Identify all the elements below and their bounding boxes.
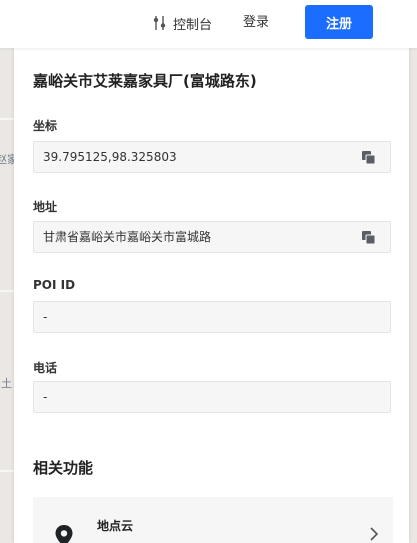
map-road [0, 118, 14, 120]
feature-label: 地点云 [97, 519, 134, 533]
chevron-right-icon [370, 527, 379, 541]
place-title: 嘉峪关市艾莱嘉家具厂(富城路东) [33, 72, 257, 90]
register-button[interactable]: 注册 [305, 5, 373, 39]
poi-id-field: - [33, 301, 391, 333]
map-road [0, 470, 14, 472]
address-label: 地址 [33, 200, 58, 214]
phone-label: 电话 [33, 361, 58, 375]
map-background[interactable]: 赵家 i土 [0, 0, 14, 543]
phone-value: - [43, 390, 48, 404]
console-link[interactable]: 控制台 [152, 12, 212, 34]
console-label: 控制台 [173, 17, 213, 33]
map-label: i土 [0, 377, 13, 390]
address-value: 甘肃省嘉峪关市嘉峪关市富城路 [43, 230, 212, 244]
phone-field: - [33, 381, 391, 413]
coordinates-label: 坐标 [33, 119, 58, 133]
poi-id-value: - [43, 310, 48, 324]
address-field: 甘肃省嘉峪关市嘉峪关市富城路 [33, 221, 391, 253]
poi-id-label: POI ID [33, 278, 76, 292]
feature-card-location-cloud[interactable]: 地点云 [33, 497, 393, 543]
coordinates-value: 39.795125,98.325803 [43, 150, 177, 164]
map-road [0, 290, 14, 292]
copy-icon[interactable] [362, 151, 375, 164]
sliders-icon [152, 15, 168, 31]
app-root: 赵家 i土 控制台 登录 注册 嘉峪关市艾莱嘉家具厂(富城路东) 坐标 39.7… [0, 0, 417, 543]
coordinates-field: 39.795125,98.325803 [33, 141, 391, 173]
map-pin-icon [55, 525, 73, 543]
related-features-title: 相关功能 [33, 459, 94, 477]
top-header: 控制台 登录 注册 [0, 0, 417, 48]
copy-icon[interactable] [362, 231, 375, 244]
place-detail-panel: 嘉峪关市艾莱嘉家具厂(富城路东) 坐标 39.795125,98.325803 … [14, 48, 409, 543]
map-label: 赵家 [0, 153, 14, 166]
map-background-right[interactable] [409, 48, 417, 543]
login-link[interactable]: 登录 [243, 12, 269, 34]
